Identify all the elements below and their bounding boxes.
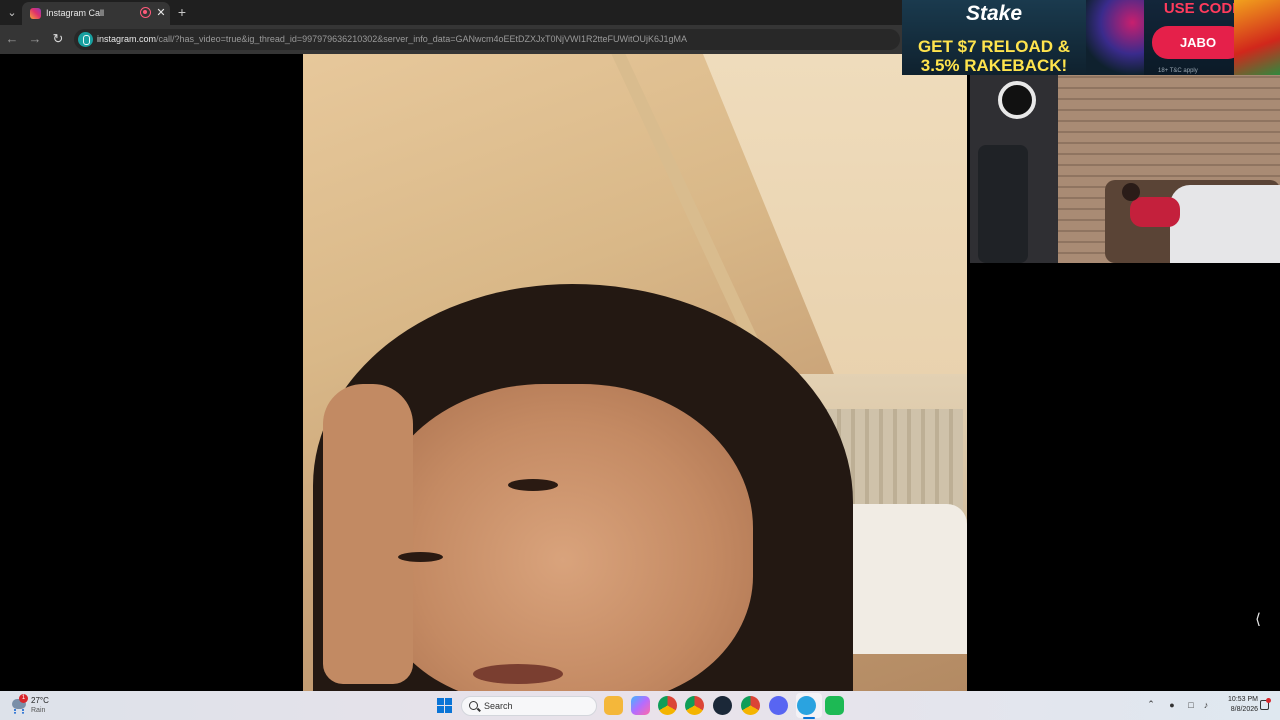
tray-overflow-chevron-icon[interactable]: ⌃ bbox=[1146, 699, 1156, 711]
recording-indicator-icon bbox=[140, 7, 151, 18]
forward-arrow-icon[interactable]: → bbox=[27, 31, 43, 47]
weather-widget[interactable]: 1 27°C Rain bbox=[6, 694, 66, 718]
vinyl-record-decor bbox=[998, 81, 1036, 119]
address-bar[interactable]: instagram.com/call/?has_video=true&ig_th… bbox=[74, 29, 900, 50]
video-person-face bbox=[373, 384, 753, 691]
webcam-blanket bbox=[1170, 185, 1280, 263]
volume-icon[interactable]: ♪ bbox=[1200, 699, 1212, 711]
tab-instagram-call[interactable]: Instagram Call ✕ bbox=[22, 2, 170, 25]
weather-temperature: 27°C bbox=[31, 696, 49, 705]
new-tab-button[interactable]: + bbox=[175, 4, 189, 20]
file-explorer-icon[interactable] bbox=[604, 696, 623, 715]
app-icon[interactable] bbox=[825, 696, 844, 715]
ad-left-panel: Stake GET $7 RELOAD & 3.5% RAKEBACK! bbox=[902, 0, 1086, 75]
video-person-hand bbox=[323, 384, 413, 684]
tab-search-chevron-icon[interactable]: ⌄ bbox=[4, 5, 20, 21]
ad-code-button: JABO bbox=[1152, 26, 1244, 59]
chrome-alt-profile-icon[interactable] bbox=[741, 696, 760, 715]
active-app-indicator bbox=[803, 717, 815, 719]
ad-ball-graphic bbox=[1086, 0, 1144, 75]
ad-decoration-graphic bbox=[1234, 0, 1280, 75]
chrome-profile-icon[interactable] bbox=[685, 696, 704, 715]
ad-terms: 18+ T&C apply bbox=[1158, 68, 1198, 74]
copilot-icon[interactable] bbox=[631, 696, 650, 715]
streamer-webcam-overlay bbox=[970, 75, 1280, 263]
windows-start-icon[interactable] bbox=[437, 698, 453, 714]
weather-description: Rain bbox=[31, 707, 46, 714]
webcam-person-head bbox=[1122, 183, 1140, 201]
discord-icon[interactable] bbox=[769, 696, 788, 715]
ad-logo: Stake bbox=[965, 2, 1023, 25]
webcam-gaming-chair bbox=[978, 145, 1028, 263]
video-person-eye bbox=[508, 479, 558, 491]
weather-badge: 1 bbox=[19, 694, 28, 703]
clock-time: 10:53 PM bbox=[1228, 696, 1258, 703]
url-text[interactable]: instagram.com/call/?has_video=true&ig_th… bbox=[97, 34, 687, 44]
ad-headline: GET $7 RELOAD & 3.5% RAKEBACK! bbox=[902, 37, 1086, 75]
notification-dot bbox=[1266, 698, 1271, 703]
search-label: Search bbox=[484, 701, 513, 711]
steam-icon[interactable] bbox=[713, 696, 732, 715]
side-panel-toggle-icon[interactable]: ⟨ bbox=[1253, 610, 1263, 630]
remote-video-feed[interactable] bbox=[303, 54, 967, 691]
tab-title: Instagram Call bbox=[46, 8, 105, 18]
sponsor-ad-banner: Stake GET $7 RELOAD & 3.5% RAKEBACK! USE… bbox=[902, 0, 1280, 75]
clock-date: 8/8/2026 bbox=[1230, 706, 1258, 713]
webcam-person bbox=[1130, 197, 1180, 227]
telegram-icon[interactable] bbox=[797, 696, 816, 715]
tab-close-icon[interactable]: ✕ bbox=[155, 6, 167, 20]
url-path: /call/?has_video=true&ig_thread_id=99797… bbox=[156, 34, 688, 44]
ad-headline-line-2: 3.5% RAKEBACK! bbox=[920, 56, 1068, 75]
system-clock[interactable]: 10:53 PM 8/8/2026 bbox=[1216, 695, 1258, 715]
video-person-mouth bbox=[473, 664, 563, 684]
reload-icon[interactable]: ↻ bbox=[50, 31, 66, 47]
rain-drops-icon bbox=[14, 709, 24, 714]
video-person-eye bbox=[398, 552, 443, 562]
instagram-favicon-icon bbox=[30, 8, 41, 19]
url-host: instagram.com bbox=[97, 34, 157, 44]
windows-taskbar: 1 27°C Rain Search ⌃ ● □ ♪ 10:53 PM 8/8/… bbox=[0, 691, 1280, 720]
network-icon[interactable]: □ bbox=[1185, 699, 1197, 711]
site-info-icon[interactable] bbox=[78, 32, 93, 47]
desktop-screen: ⌄ Instagram Call ✕ + ← → ↻ instagram.com… bbox=[0, 0, 1280, 720]
ad-headline-line-1: GET $7 RELOAD & bbox=[917, 37, 1071, 56]
search-icon bbox=[469, 701, 478, 710]
back-arrow-icon[interactable]: ← bbox=[4, 31, 20, 47]
microphone-icon[interactable]: ● bbox=[1166, 699, 1178, 711]
taskbar-search-box[interactable]: Search bbox=[461, 696, 597, 716]
chrome-icon[interactable] bbox=[658, 696, 677, 715]
